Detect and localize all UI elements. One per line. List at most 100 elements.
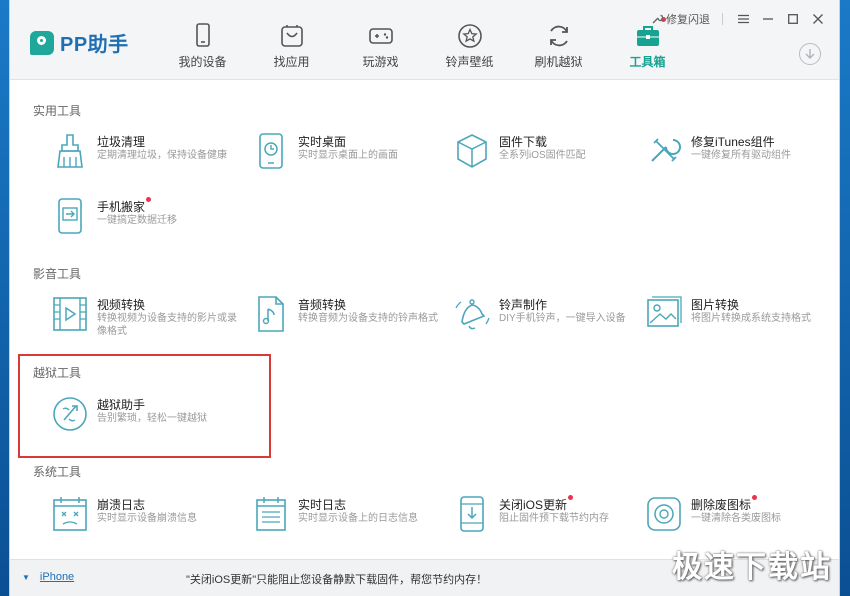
new-badge-dot <box>568 495 574 500</box>
tool-desc: 转换视频为设备支持的影片或录像格式 <box>97 313 237 337</box>
tool-name: 视频转换 <box>97 298 146 312</box>
tool-audio-convert[interactable]: 音频转换 转换音频为设备支持的铃声格式 <box>251 294 451 344</box>
audio-file-icon <box>258 296 284 332</box>
minimize-icon <box>763 18 773 20</box>
tool-desc: 一键搞定数据迁移 <box>97 215 177 226</box>
desktop-clock-icon <box>259 133 283 169</box>
section-title-system: 系统工具 <box>33 465 82 479</box>
tool-name: 删除废图标 <box>691 495 758 513</box>
phone-block-icon <box>460 496 484 532</box>
tool-live-log[interactable]: 实时日志 实时显示设备上的日志信息 <box>251 494 451 544</box>
tool-name: 修复iTunes组件 <box>691 135 775 149</box>
desktop-background-left <box>0 0 9 596</box>
section-title-media: 影音工具 <box>33 267 82 281</box>
jailbreak-icon <box>53 397 87 431</box>
section-title-jailbreak: 越狱工具 <box>33 366 82 380</box>
minimize-button[interactable] <box>757 11 779 27</box>
tool-desc: DIY手机铃声，一键导入设备 <box>499 313 626 324</box>
nav-label: 玩游戏 <box>362 55 399 69</box>
tool-delete-dead-icons[interactable]: 删除废图标 一键清除各类废图标 <box>644 494 844 544</box>
tool-name-text: 关闭iOS更新 <box>499 498 568 512</box>
tool-name: 关闭iOS更新 <box>499 495 574 513</box>
tool-repair-itunes[interactable]: 修复iTunes组件 一键修复所有驱动组件 <box>644 131 844 181</box>
nav-label: 刷机越狱 <box>534 55 583 69</box>
maximize-icon <box>788 14 798 24</box>
nav-flash-jailbreak[interactable]: 刷机越狱 <box>514 0 603 80</box>
tool-live-desktop[interactable]: 实时桌面 实时显示桌面上的画面 <box>251 131 451 181</box>
download-manager-button[interactable] <box>799 43 821 65</box>
gamepad-icon <box>368 28 393 44</box>
app-name: PP助手 <box>60 34 129 56</box>
device-selector[interactable]: ▼ iPhone <box>22 571 74 583</box>
tool-desc: 全系列iOS固件匹配 <box>499 150 586 161</box>
cube-icon <box>457 134 487 168</box>
tool-ringtone-maker[interactable]: 铃声制作 DIY手机铃声，一键导入设备 <box>452 294 652 344</box>
tool-name: 实时桌面 <box>298 135 347 149</box>
hamburger-icon <box>737 14 749 24</box>
phone-transfer-icon <box>58 198 82 234</box>
maximize-button[interactable] <box>782 11 804 27</box>
tool-desc: 一键清除各类废图标 <box>691 513 781 524</box>
tool-name-text: 手机搬家 <box>97 200 146 214</box>
divider <box>722 13 723 25</box>
tool-name: 图片转换 <box>691 298 740 312</box>
menu-button[interactable] <box>732 11 754 27</box>
nav-find-apps[interactable]: 找应用 <box>247 0 336 80</box>
star-icon <box>457 24 482 48</box>
tool-desc: 将图片转换成系统支持格式 <box>691 313 811 324</box>
site-watermark: 极速下载站 <box>672 550 832 585</box>
tool-name-text: 删除废图标 <box>691 498 752 512</box>
header: PP助手 我的设备 找应用 玩游戏 铃声壁纸 刷机越狱 工具箱 修复闪退 <box>10 0 839 80</box>
tool-firmware-download[interactable]: 固件下载 全系列iOS固件匹配 <box>452 131 652 181</box>
tool-name: 音频转换 <box>298 298 347 312</box>
toolbox-content: 实用工具 垃圾清理 定期清理垃圾，保持设备健康 实时桌面 实时显示桌面上的画面 <box>10 81 839 559</box>
wrench-icon <box>652 14 663 24</box>
device-name: iPhone <box>39 571 75 583</box>
crash-log-icon <box>53 497 87 531</box>
app-window: PP助手 我的设备 找应用 玩游戏 铃声壁纸 刷机越狱 工具箱 修复闪退 实用工… <box>9 0 840 596</box>
nav-ringtones-wallpapers[interactable]: 铃声壁纸 <box>425 0 514 80</box>
repair-crash-button[interactable]: 修复闪退 <box>651 11 710 27</box>
tool-desc: 阻止固件预下载节约内存 <box>499 513 609 524</box>
status-message: "关闭iOS更新"只能阻止您设备静默下载固件，帮您节约内存！ <box>186 574 488 586</box>
tool-junk-cleanup[interactable]: 垃圾清理 定期清理垃圾，保持设备健康 <box>50 131 250 181</box>
tool-disable-ios-update[interactable]: 关闭iOS更新 阻止固件预下载节约内存 <box>452 494 652 544</box>
nav-label: 铃声壁纸 <box>445 55 494 69</box>
tool-name: 固件下载 <box>499 135 548 149</box>
tool-crash-log[interactable]: 崩溃日志 实时显示设备崩溃信息 <box>50 494 250 544</box>
section-title-practical: 实用工具 <box>33 104 82 118</box>
nav-games[interactable]: 玩游戏 <box>336 0 425 80</box>
device-icon <box>195 23 210 47</box>
tool-name: 实时日志 <box>298 498 347 512</box>
tool-desc: 实时显示设备崩溃信息 <box>97 513 197 524</box>
log-icon <box>256 497 286 531</box>
nav-label: 工具箱 <box>629 55 666 69</box>
close-icon <box>813 14 823 24</box>
new-badge-dot <box>752 495 758 500</box>
tool-phone-transfer[interactable]: 手机搬家 一键搞定数据迁移 <box>50 196 250 246</box>
tool-video-convert[interactable]: 视频转换 转换视频为设备支持的影片或录像格式 <box>50 294 250 344</box>
nav-my-device[interactable]: 我的设备 <box>158 0 247 80</box>
tool-name: 手机搬家 <box>97 197 152 215</box>
close-button[interactable] <box>807 11 829 27</box>
new-badge-dot <box>146 197 152 202</box>
refresh-icon <box>549 25 568 47</box>
tool-name: 垃圾清理 <box>97 135 146 149</box>
video-icon <box>53 297 87 331</box>
delete-icon-icon <box>647 497 681 531</box>
app-logo: PP助手 <box>30 28 129 57</box>
tool-name: 越狱助手 <box>97 398 146 412</box>
tool-jailbreak-assistant[interactable]: 越狱助手 告别繁琐，轻松一键越狱 <box>50 394 250 444</box>
triangle-down-icon: ▼ <box>22 572 30 582</box>
tool-desc: 转换音频为设备支持的铃声格式 <box>298 313 438 324</box>
nav-label: 我的设备 <box>178 55 227 69</box>
tool-name: 崩溃日志 <box>97 498 146 512</box>
tool-image-convert[interactable]: 图片转换 将图片转换成系统支持格式 <box>644 294 844 344</box>
app-store-icon <box>280 25 303 47</box>
tool-desc: 一键修复所有驱动组件 <box>691 150 791 161</box>
logo-icon <box>30 30 54 55</box>
tool-name: 铃声制作 <box>499 298 548 312</box>
download-icon <box>805 49 815 59</box>
wrench-icon <box>651 138 681 162</box>
tool-desc: 实时显示设备上的日志信息 <box>298 513 418 524</box>
